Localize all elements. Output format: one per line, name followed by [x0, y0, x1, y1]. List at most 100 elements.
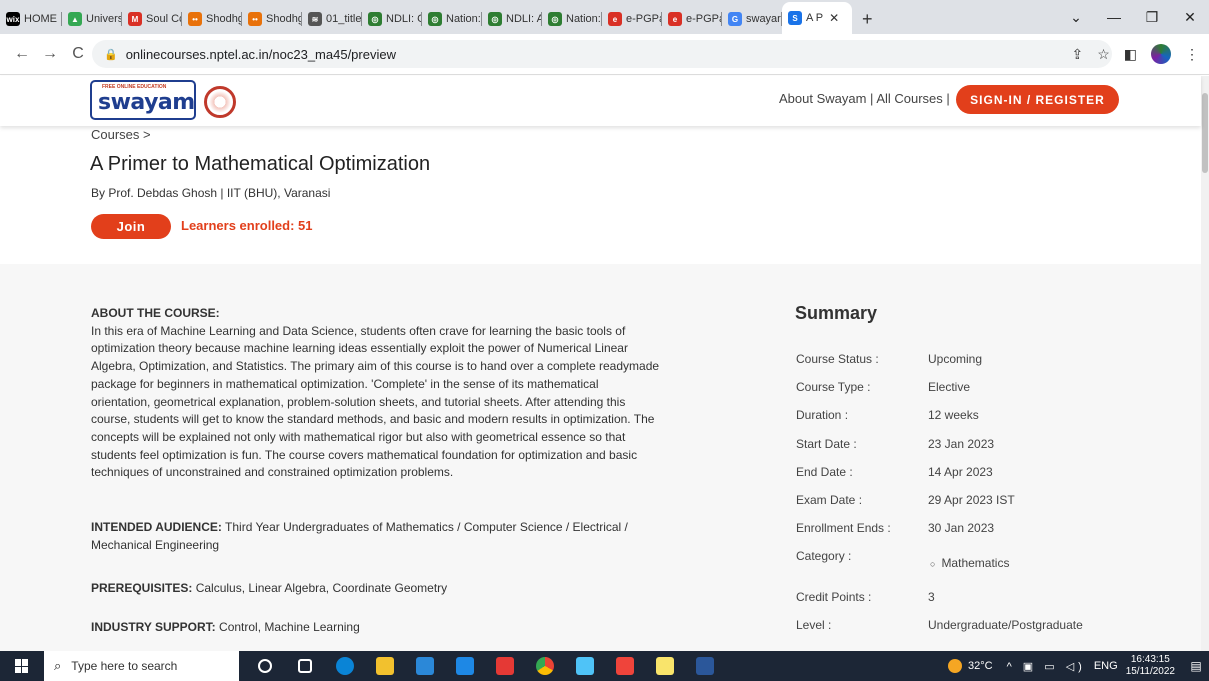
- header-nav-links[interactable]: About Swayam | All Courses |: [779, 91, 950, 106]
- industry-support: INDUSTRY SUPPORT: Control, Machine Learn…: [91, 619, 691, 637]
- taskbar-apps: [245, 651, 725, 681]
- cortana-icon[interactable]: [245, 651, 285, 681]
- app-icon[interactable]: [565, 651, 605, 681]
- browser-tab[interactable]: Gswayar: [722, 4, 782, 34]
- bullet-icon: ○: [930, 559, 936, 569]
- browser-tab[interactable]: ◎ Nation:: [542, 4, 602, 34]
- learners-enrolled: Learners enrolled: 51: [181, 218, 313, 233]
- google-icon: G: [728, 12, 742, 26]
- category-label: Category :: [796, 549, 852, 563]
- new-tab-button[interactable]: +: [852, 4, 883, 34]
- scrollbar-thumb[interactable]: [1202, 93, 1208, 173]
- start-button[interactable]: [0, 651, 44, 681]
- minimize-button[interactable]: —: [1095, 9, 1133, 25]
- browser-menu-icon[interactable]: ⋮: [1185, 46, 1199, 63]
- about-line: package for beginners in mathematical op…: [91, 376, 599, 391]
- bookmark-star-icon[interactable]: ☆: [1097, 46, 1110, 63]
- course-status-label: Course Status :: [796, 352, 879, 366]
- windows-icon: [15, 659, 29, 673]
- about-line: Algebra, Optimization, and Statistics. T…: [91, 359, 660, 374]
- browser-tab[interactable]: S A P ✕: [782, 2, 852, 34]
- about-line: optimization theory because machine lear…: [91, 341, 628, 356]
- wix-icon: wix: [6, 12, 20, 26]
- ndli-icon: ◎: [368, 12, 382, 26]
- store-icon[interactable]: [405, 651, 445, 681]
- taskbar-search-input[interactable]: ⌕ Type here to search: [44, 651, 239, 681]
- notifications-icon[interactable]: ▤: [1183, 651, 1209, 681]
- tray-icons[interactable]: ^ ▣ ▭ ◁): [1007, 660, 1086, 673]
- file-explorer-icon[interactable]: [365, 651, 405, 681]
- task-view-icon[interactable]: [285, 651, 325, 681]
- clock[interactable]: 16:43:15 15/11/2022: [1126, 654, 1175, 678]
- browser-tab[interactable]: ◎ Nation:: [422, 4, 482, 34]
- about-heading: ABOUT THE COURSE:: [91, 306, 220, 320]
- shodhganga-icon: ••: [248, 12, 262, 26]
- close-window-button[interactable]: ✕: [1171, 9, 1209, 26]
- epg-icon: e: [668, 12, 682, 26]
- about-line: students feel optimization is fun. The c…: [91, 447, 638, 462]
- lock-icon: 🔒: [104, 48, 118, 61]
- start-date-label: Start Date :: [796, 437, 857, 451]
- tab-label: NDLI: C: [386, 13, 422, 25]
- end-date-label: End Date :: [796, 465, 853, 479]
- intended-audience: INTENDED AUDIENCE: Third Year Undergradu…: [91, 519, 691, 554]
- prereq-label: PREREQUISITES:: [91, 581, 193, 595]
- browser-tab[interactable]: e e-PGPa: [602, 4, 662, 34]
- browser-tab[interactable]: ◎ NDLI: A: [482, 4, 542, 34]
- ndli-icon: ◎: [548, 12, 562, 26]
- word-icon[interactable]: [685, 651, 725, 681]
- tab-label: Soul Cc: [146, 13, 182, 25]
- windows-taskbar: ⌕ Type here to search 32°C ^ ▣ ▭ ◁) ENG …: [0, 651, 1209, 681]
- close-tab-icon[interactable]: ✕: [829, 11, 839, 25]
- browser-tab[interactable]: ≋ 01_title: [302, 4, 362, 34]
- tab-search-icon[interactable]: ⌄: [1057, 9, 1095, 26]
- start-date-value: 23 Jan 2023: [928, 437, 995, 451]
- forward-button[interactable]: →: [36, 45, 64, 63]
- browser-tab[interactable]: ◎ NDLI: C: [362, 4, 422, 34]
- level-label: Level :: [796, 618, 832, 632]
- about-line: techniques of unconstrained and constrai…: [91, 465, 454, 480]
- ndli-icon: ◎: [488, 12, 502, 26]
- back-button[interactable]: ←: [8, 45, 36, 63]
- about-line: In this era of Machine Learning and Data…: [91, 323, 626, 338]
- swayam-icon: S: [788, 11, 802, 25]
- restore-button[interactable]: ❐: [1133, 9, 1171, 26]
- swayam-logo[interactable]: FREE ONLINE EDUCATION swayam: [90, 80, 196, 120]
- category-value: ○ Mathematics: [928, 556, 1009, 570]
- signin-register-button[interactable]: SIGN-IN / REGISTER: [956, 85, 1119, 114]
- browser-tab-strip: wix HOME ▲ Univers M Soul Cc •• Shodhg •• Shodhg ≋…: [0, 0, 1209, 34]
- search-icon: ⌕: [54, 658, 62, 673]
- industry-value: Control, Machine Learning: [219, 620, 360, 634]
- temperature: 32°C: [968, 660, 993, 672]
- url-field[interactable]: 🔒 onlinecourses.nptel.ac.in/noc23_ma45/p…: [92, 40, 1112, 68]
- profile-avatar[interactable]: [1151, 44, 1171, 64]
- browser-tab[interactable]: •• Shodhg: [182, 4, 242, 34]
- anydesk-icon[interactable]: [605, 651, 645, 681]
- side-panel-icon[interactable]: ◧: [1124, 46, 1137, 63]
- system-tray: 32°C ^ ▣ ▭ ◁) ENG 16:43:15 15/11/2022 ▤: [948, 651, 1209, 681]
- breadcrumb[interactable]: Courses >: [91, 127, 151, 142]
- edge-icon[interactable]: [325, 651, 365, 681]
- share-icon[interactable]: ⇪: [1071, 46, 1083, 63]
- pinwheel-icon[interactable]: [485, 651, 525, 681]
- course-title: A Primer to Mathematical Optimization: [90, 153, 431, 175]
- browser-tab[interactable]: •• Shodhg: [242, 4, 302, 34]
- language-indicator[interactable]: ENG: [1094, 660, 1118, 672]
- browser-tab[interactable]: wix HOME: [0, 4, 62, 34]
- exam-date-value: 29 Apr 2023 IST: [928, 493, 1015, 507]
- chrome-icon[interactable]: [525, 651, 565, 681]
- browser-tab[interactable]: e e-PGPa: [662, 4, 722, 34]
- notes-icon[interactable]: [645, 651, 685, 681]
- credit-points-value: 3: [928, 590, 935, 604]
- browser-toolbar-right: ⇪ ☆ ◧ ⋮: [1071, 44, 1199, 64]
- reload-button[interactable]: C: [64, 45, 92, 63]
- credit-points-label: Credit Points :: [796, 590, 872, 604]
- mail-icon[interactable]: [445, 651, 485, 681]
- category-text: Mathematics: [941, 556, 1010, 570]
- tab-label: swayar: [746, 13, 781, 25]
- browser-tab[interactable]: M Soul Cc: [122, 4, 182, 34]
- browser-tab[interactable]: ▲ Univers: [62, 4, 122, 34]
- ndli-icon: ◎: [428, 12, 442, 26]
- weather-icon[interactable]: [948, 659, 963, 673]
- join-button[interactable]: Join: [91, 214, 171, 239]
